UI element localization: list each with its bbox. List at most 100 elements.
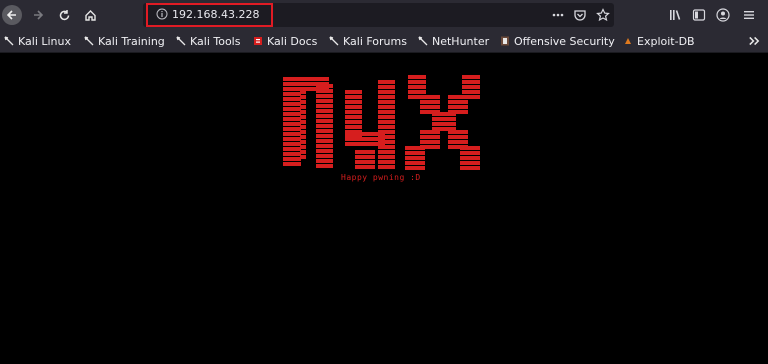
logo-pixel-bar	[378, 110, 395, 114]
logo-pixel-bar	[316, 164, 333, 168]
logo-pixel-bar	[283, 152, 301, 156]
logo-pixel-bar	[283, 142, 301, 146]
logo-pixel-bar	[283, 102, 301, 106]
logo-pixel-bar	[283, 97, 301, 101]
logo-pixel-bar	[283, 147, 301, 151]
logo-pixel-bar	[300, 110, 306, 114]
logo-pixel-bar	[316, 94, 333, 98]
logo-pixel-bar	[345, 125, 362, 129]
logo-pixel-bar	[316, 84, 333, 88]
logo-pixel-bar	[283, 117, 301, 121]
tagline: Happy pwning :D	[341, 173, 421, 182]
logo-pixel-bar	[300, 130, 306, 134]
logo-pixel-bar	[316, 144, 333, 148]
logo-pixel-bar	[378, 115, 395, 119]
logo-pixel-bar	[355, 155, 375, 159]
logo-pixel-bar	[316, 124, 333, 128]
logo-pixel-bar	[378, 85, 395, 89]
logo-pixel-bar	[420, 105, 440, 109]
logo-pixel-bar	[378, 95, 395, 99]
logo-pixel-bar	[300, 155, 306, 159]
logo-pixel-bar	[405, 161, 425, 165]
logo-pixel-bar	[355, 165, 375, 169]
logo-pixel-bar	[316, 134, 333, 138]
logo-pixel-bar	[448, 130, 468, 134]
logo-pixel-bar	[462, 85, 480, 89]
logo-pixel-bar	[283, 127, 301, 131]
logo-pixel-bar	[355, 150, 375, 154]
logo-pixel-bar	[300, 95, 306, 99]
logo-pixel-bar	[316, 109, 333, 113]
logo-pixel-bar	[408, 90, 426, 94]
logo-pixel-bar	[283, 92, 301, 96]
logo-pixel-bar	[300, 115, 306, 119]
logo-pixel-bar	[420, 130, 440, 134]
logo-pixel-bar	[283, 87, 301, 91]
logo-pixel-bar	[345, 95, 362, 99]
logo-pixel-bar	[300, 150, 306, 154]
logo-pixel-bar	[420, 140, 440, 144]
logo-pixel-bar	[345, 110, 362, 114]
logo-pixel-bar	[283, 132, 301, 136]
nyx-logo	[283, 75, 480, 170]
logo-pixel-bar	[345, 105, 362, 109]
logo-pixel-bar	[405, 151, 425, 155]
logo-pixel-bar	[460, 156, 480, 160]
logo-pixel-bar	[316, 139, 333, 143]
logo-pixel-bar	[355, 160, 375, 164]
logo-pixel-bar	[460, 166, 480, 170]
logo-pixel-bar	[316, 154, 333, 158]
logo-pixel-bar	[432, 112, 456, 116]
logo-pixel-bar	[378, 155, 395, 159]
logo-pixel-bar	[448, 140, 468, 144]
logo-pixel-bar	[448, 95, 468, 99]
logo-pixel-bar	[300, 140, 306, 144]
logo-pixel-bar	[408, 85, 426, 89]
logo-pixel-bar	[345, 120, 362, 124]
logo-pixel-bar	[345, 100, 362, 104]
logo-pixel-bar	[378, 125, 395, 129]
logo-pixel-bar	[460, 151, 480, 155]
logo-pixel-bar	[408, 75, 426, 79]
logo-pixel-bar	[462, 75, 480, 79]
logo-pixel-bar	[378, 100, 395, 104]
logo-pixel-bar	[316, 159, 333, 163]
logo-pixel-bar	[378, 160, 395, 164]
logo-pixel-bar	[408, 80, 426, 84]
logo-pixel-bar	[378, 80, 395, 84]
logo-pixel-bar	[300, 90, 306, 94]
logo-pixel-bar	[432, 122, 456, 126]
logo-pixel-bar	[378, 165, 395, 169]
logo-pixel-bar	[460, 161, 480, 165]
logo-pixel-bar	[316, 149, 333, 153]
logo-pixel-bar	[316, 104, 333, 108]
logo-pixel-bar	[345, 132, 385, 136]
logo-pixel-bar	[345, 137, 385, 141]
logo-pixel-bar	[460, 146, 480, 150]
logo-pixel-bar	[316, 114, 333, 118]
logo-pixel-bar	[300, 125, 306, 129]
logo-pixel-bar	[378, 90, 395, 94]
logo-pixel-bar	[378, 105, 395, 109]
logo-pixel-bar	[300, 100, 306, 104]
logo-pixel-bar	[448, 135, 468, 139]
logo-pixel-bar	[448, 100, 468, 104]
logo-pixel-bar	[378, 150, 395, 154]
logo-pixel-bar	[420, 100, 440, 104]
logo-pixel-bar	[316, 99, 333, 103]
logo-pixel-bar	[283, 162, 301, 166]
logo-pixel-bar	[345, 115, 362, 119]
logo-pixel-bar	[316, 119, 333, 123]
logo-pixel-bar	[300, 120, 306, 124]
logo-pixel-bar	[300, 135, 306, 139]
logo-pixel-bar	[462, 80, 480, 84]
logo-pixel-bar	[283, 122, 301, 126]
logo-pixel-bar	[300, 145, 306, 149]
logo-pixel-bar	[420, 135, 440, 139]
logo-pixel-bar	[405, 146, 425, 150]
logo-pixel-bar	[378, 120, 395, 124]
nyx-logo-pixels	[283, 75, 480, 170]
logo-pixel-bar	[405, 156, 425, 160]
logo-pixel-bar	[405, 166, 425, 170]
logo-pixel-bar	[316, 129, 333, 133]
